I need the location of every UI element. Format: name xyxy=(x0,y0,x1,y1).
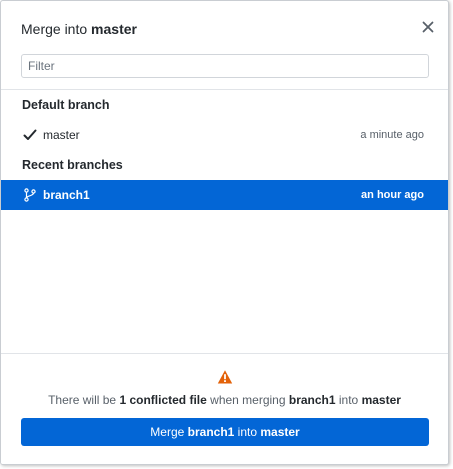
message-text: when merging xyxy=(206,393,289,407)
dialog-header: Merge into master xyxy=(1,1,448,47)
message-text: There will be xyxy=(48,393,120,407)
title-branch: master xyxy=(91,21,137,37)
message-text: into xyxy=(335,393,362,407)
branch-item-master[interactable]: master a minute ago xyxy=(1,120,448,150)
divider xyxy=(1,89,448,90)
checkmark-icon xyxy=(23,128,37,142)
merge-footer: There will be 1 conflicted file when mer… xyxy=(1,353,448,464)
warning-icon xyxy=(217,369,233,385)
merge-button[interactable]: Merge branch1 into master xyxy=(21,418,429,446)
dialog-title: Merge into master xyxy=(21,21,137,37)
button-text: into xyxy=(234,425,261,439)
filter-field xyxy=(21,54,429,78)
merge-dialog: Merge into master Default branch master … xyxy=(0,0,449,465)
git-branch-icon xyxy=(23,188,37,202)
conflict-count: 1 conflicted file xyxy=(119,393,207,407)
merge-status-message: There will be 1 conflicted file when mer… xyxy=(1,393,448,407)
title-prefix: Merge into xyxy=(21,21,88,37)
branch-name: master xyxy=(43,128,80,142)
button-text: Merge xyxy=(150,425,188,439)
branch-name: branch1 xyxy=(43,188,90,202)
branch-time: an hour ago xyxy=(361,189,424,201)
recent-branches-header: Recent branches xyxy=(22,158,123,172)
source-branch: branch1 xyxy=(288,393,336,407)
button-source-branch: branch1 xyxy=(187,425,235,439)
close-icon[interactable] xyxy=(420,19,436,35)
button-target-branch: master xyxy=(260,425,300,439)
target-branch: master xyxy=(361,393,401,407)
default-branch-header: Default branch xyxy=(22,98,110,112)
branch-time: a minute ago xyxy=(360,129,424,141)
filter-input[interactable] xyxy=(22,55,428,77)
branch-item-branch1[interactable]: branch1 an hour ago xyxy=(1,180,448,210)
